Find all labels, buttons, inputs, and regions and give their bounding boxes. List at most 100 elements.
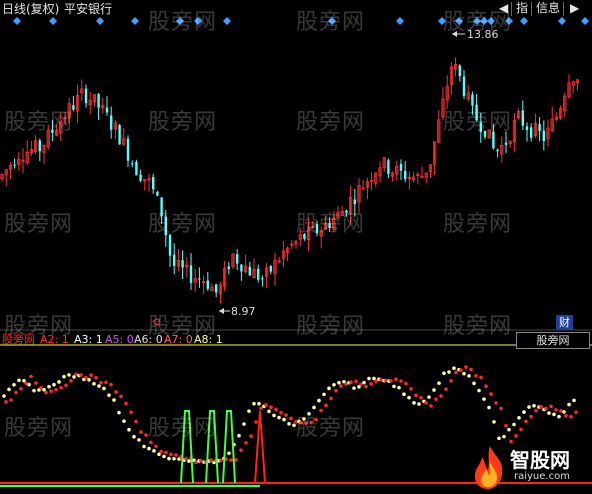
indicator-dot-red bbox=[244, 441, 248, 445]
indicator-dot-red bbox=[299, 420, 303, 425]
indicator-dot-red bbox=[274, 407, 278, 412]
brand-logo: 智股网 raiyue.com bbox=[470, 444, 590, 490]
flame-icon bbox=[474, 446, 503, 489]
signal-spike-green bbox=[180, 410, 194, 484]
indicator-dot-red bbox=[474, 374, 478, 378]
index-button[interactable]: 指 bbox=[513, 1, 531, 16]
candle-body bbox=[521, 110, 524, 126]
indicator-dot-red bbox=[469, 367, 473, 372]
indicator-dot-red bbox=[89, 373, 93, 378]
indicator-dot-red bbox=[554, 408, 558, 412]
indicator-dot-yellow bbox=[487, 405, 491, 410]
candle-body bbox=[471, 94, 474, 106]
event-diamond-icon bbox=[131, 17, 139, 25]
indicator-dot-red bbox=[569, 414, 573, 419]
candle-body bbox=[240, 264, 243, 272]
indicator-dot-yellow bbox=[362, 380, 366, 385]
indicator-dot-yellow bbox=[397, 385, 401, 390]
indicator-dot-yellow bbox=[572, 398, 576, 403]
indicator-dot-red bbox=[109, 382, 113, 387]
indicator-dot-red bbox=[424, 400, 428, 405]
indicator-dot-yellow bbox=[492, 420, 496, 424]
indicator-dot-red bbox=[504, 423, 508, 428]
candle-body bbox=[189, 265, 193, 283]
indicator-dot-red bbox=[524, 419, 528, 424]
candle-body bbox=[538, 124, 541, 131]
indicator-dot-yellow bbox=[567, 402, 571, 407]
candle-body bbox=[160, 197, 163, 217]
indicator-dot-yellow bbox=[302, 417, 306, 421]
indicator-dot-yellow bbox=[122, 419, 126, 423]
indicator-dot-red bbox=[79, 373, 83, 377]
indicator-panel-switch[interactable]: 股旁网 bbox=[516, 332, 590, 349]
candle-body bbox=[315, 223, 319, 234]
candle-body bbox=[345, 210, 348, 213]
indicator-dot-red bbox=[289, 416, 293, 421]
indicator-dot-red bbox=[384, 378, 388, 383]
indicator-dot-red bbox=[374, 379, 378, 384]
event-diamond-icon bbox=[480, 17, 488, 25]
indicator-dot-red bbox=[464, 365, 468, 369]
indicator-dot-red bbox=[449, 379, 453, 383]
indicator-dot-red bbox=[514, 434, 518, 438]
indicator-dot-yellow bbox=[442, 371, 446, 376]
indicator-dot-red bbox=[34, 381, 38, 385]
indicator-dot-red bbox=[174, 453, 178, 457]
scroll-left-button[interactable]: ◀ bbox=[496, 1, 511, 16]
indicator-dot-yellow bbox=[67, 373, 71, 377]
candle-body bbox=[198, 278, 201, 280]
indicator-dot-red bbox=[54, 387, 58, 392]
indicator-dot-red bbox=[104, 380, 108, 385]
indicator-dot-red bbox=[494, 401, 498, 405]
indicator-dot-yellow bbox=[117, 410, 121, 415]
indicator-dot-red bbox=[84, 375, 88, 380]
indicator-dot-yellow bbox=[337, 380, 341, 385]
indicator-dot-yellow bbox=[7, 387, 11, 392]
candle-body bbox=[173, 254, 176, 266]
stock-name: 平安银行 bbox=[64, 2, 113, 16]
low-price-label: 8.97 bbox=[231, 305, 256, 318]
candle-body bbox=[483, 130, 487, 137]
indicator-dot-yellow bbox=[447, 370, 451, 374]
indicator-dot-yellow bbox=[322, 392, 326, 397]
indicator-dot-red bbox=[149, 440, 153, 445]
indicator-dot-red bbox=[544, 406, 548, 411]
indicator-dot-red bbox=[534, 408, 538, 413]
indicator-dot-yellow bbox=[312, 405, 316, 410]
legend-a5: A5: 0 bbox=[105, 333, 134, 346]
indicator-dot-red bbox=[539, 405, 543, 409]
indicator-dot-yellow bbox=[507, 427, 511, 432]
event-diamond-icon bbox=[328, 17, 336, 25]
low-marker-arrow-icon bbox=[219, 308, 224, 314]
indicator-dot-yellow bbox=[47, 384, 51, 389]
indicator-dot-red bbox=[9, 398, 13, 402]
candle-body bbox=[525, 126, 529, 130]
indicator-dot-red bbox=[249, 434, 253, 438]
indicator-dot-red bbox=[354, 379, 358, 384]
indicator-dot-yellow bbox=[107, 393, 111, 397]
candle-body bbox=[530, 127, 533, 138]
indicator-dot-yellow bbox=[287, 421, 291, 426]
toolbar-divider bbox=[531, 2, 532, 16]
indicator-dot-red bbox=[124, 401, 128, 406]
indicator-dot-red bbox=[499, 406, 503, 411]
finance-badge[interactable]: 财 bbox=[556, 315, 573, 330]
indicator-dot-red bbox=[519, 427, 523, 432]
indicator-dot-yellow bbox=[147, 446, 151, 451]
indicator-dot-yellow bbox=[2, 394, 6, 398]
indicator-dot-yellow bbox=[332, 382, 336, 387]
candle-body bbox=[164, 216, 167, 236]
indicator-dot-yellow bbox=[292, 423, 296, 428]
event-diamond-icon bbox=[13, 17, 21, 25]
kline-chart-area[interactable] bbox=[0, 0, 592, 491]
info-button[interactable]: 信息 bbox=[533, 1, 563, 16]
indicator-dot-red bbox=[184, 456, 188, 461]
indicator-dot-red bbox=[209, 458, 213, 462]
high-marker-arrow-icon bbox=[452, 31, 457, 37]
indicator-dot-red bbox=[119, 394, 123, 399]
event-diamond-icon bbox=[581, 17, 589, 25]
indicator-dot-red bbox=[389, 378, 393, 383]
indicator-dot-yellow bbox=[252, 401, 256, 406]
scroll-right-button[interactable]: ▶ bbox=[567, 1, 582, 16]
indicator-dot-red bbox=[429, 404, 433, 408]
